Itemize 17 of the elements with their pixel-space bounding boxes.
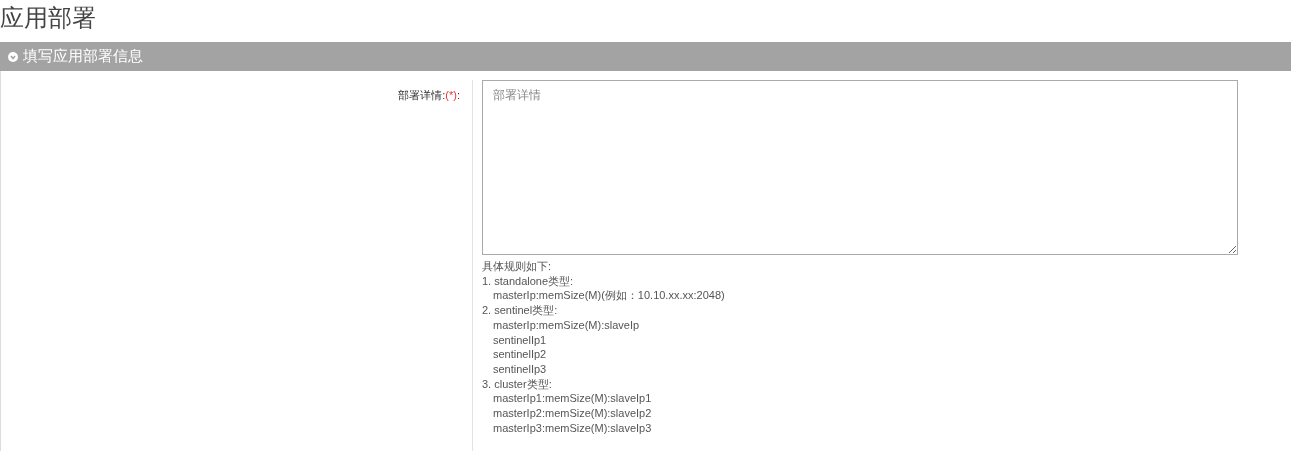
help-text: 具体规则如下: xyxy=(482,259,552,274)
rule-example: masterIp2:memSize(M):slaveIp2 xyxy=(492,406,652,421)
rule-example: sentinelIp1 xyxy=(492,332,547,348)
rule-heading: 1. standalone类型: xyxy=(482,273,574,289)
rule-heading: 3. cluster类型: xyxy=(482,376,552,392)
section-title: 填写应用部署信息 xyxy=(23,47,143,66)
rule-example: masterIp:memSize(M):slaveIp xyxy=(492,317,640,333)
rule-example: masterIp3:memSize(M):slaveIp3 xyxy=(492,420,652,436)
rule-example: sentinelIp2 xyxy=(492,347,547,362)
rule-example: masterIp:memSize(M)(例如：10.10.xx.xx:2048) xyxy=(492,288,725,304)
deploy-details-field[interactable]: 部署详情 xyxy=(482,80,1238,255)
rule-heading: 2. sentinel类型: xyxy=(482,303,558,318)
field-label: 部署详情:(*): xyxy=(398,88,460,102)
page-title: 应用部署 xyxy=(0,3,97,33)
rule-example: masterIp1:memSize(M):slaveIp1 xyxy=(492,391,652,407)
rule-example: sentinelIp3 xyxy=(492,361,547,377)
chevron-circle-icon xyxy=(8,51,18,62)
